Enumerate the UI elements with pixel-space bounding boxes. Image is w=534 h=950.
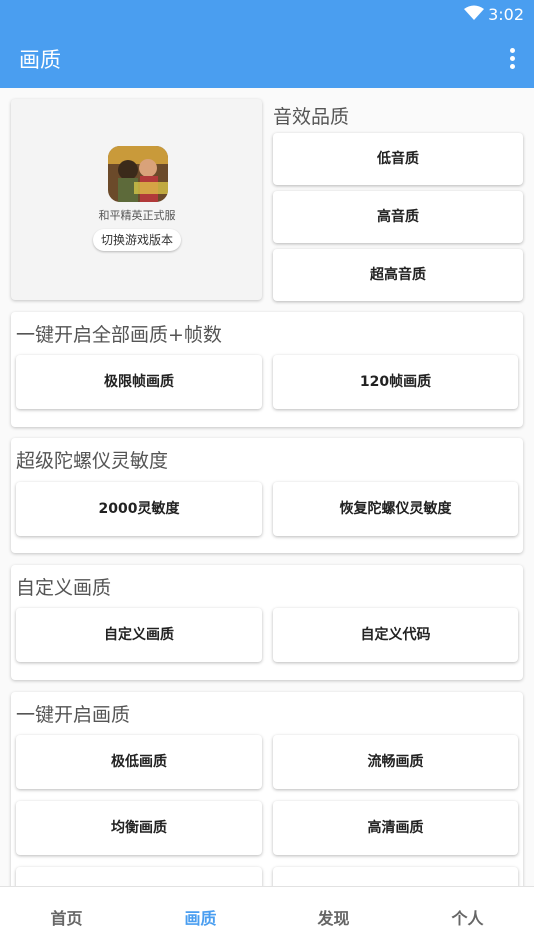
game-icon <box>108 146 168 202</box>
status-bar: 3:02 <box>0 0 534 30</box>
app-bar: 画质 <box>0 30 534 88</box>
more-options-icon[interactable] <box>510 48 516 70</box>
restore-gyro-button[interactable]: 恢复陀螺仪灵敏度 <box>273 482 518 536</box>
partial-button-left[interactable] <box>16 867 262 886</box>
low-sound-button[interactable]: 低音质 <box>273 133 523 185</box>
120fps-button[interactable]: 120帧画质 <box>273 355 518 409</box>
high-sound-button[interactable]: 高音质 <box>273 191 523 243</box>
smooth-quality-button[interactable]: 流畅画质 <box>273 735 518 789</box>
sensitivity-2000-button[interactable]: 2000灵敏度 <box>16 482 262 536</box>
sound-quality-title: 音效品质 <box>273 106 350 128</box>
main-content[interactable]: 和平精英正式服 切换游戏版本 音效品质 低音质 高音质 超高音质 一键开启全部画… <box>0 88 534 886</box>
page-title: 画质 <box>19 48 61 72</box>
custom-quality-button[interactable]: 自定义画质 <box>16 608 262 662</box>
wifi-icon <box>464 5 484 25</box>
custom-code-button[interactable]: 自定义代码 <box>273 608 518 662</box>
custom-title: 自定义画质 <box>16 577 112 599</box>
all-quality-title: 一键开启全部画质+帧数 <box>16 324 222 346</box>
gyro-title: 超级陀螺仪灵敏度 <box>16 450 169 472</box>
hd-quality-button[interactable]: 高清画质 <box>273 801 518 855</box>
balanced-quality-button[interactable]: 均衡画质 <box>16 801 262 855</box>
lowest-quality-button[interactable]: 极低画质 <box>16 735 262 789</box>
game-name: 和平精英正式服 <box>98 209 176 222</box>
nav-profile[interactable]: 个人 <box>401 887 534 950</box>
extreme-fps-button[interactable]: 极限帧画质 <box>16 355 262 409</box>
game-card: 和平精英正式服 切换游戏版本 <box>11 99 262 300</box>
nav-home[interactable]: 首页 <box>0 887 133 950</box>
nav-discover[interactable]: 发现 <box>267 887 400 950</box>
status-time: 3:02 <box>488 5 524 24</box>
bottom-nav: 首页 画质 发现 个人 <box>0 886 534 950</box>
one-key-quality-title: 一键开启画质 <box>16 704 131 726</box>
ultra-sound-button[interactable]: 超高音质 <box>273 249 523 301</box>
switch-version-button[interactable]: 切换游戏版本 <box>93 229 181 251</box>
nav-quality[interactable]: 画质 <box>134 887 267 950</box>
partial-button-right[interactable] <box>273 867 518 886</box>
